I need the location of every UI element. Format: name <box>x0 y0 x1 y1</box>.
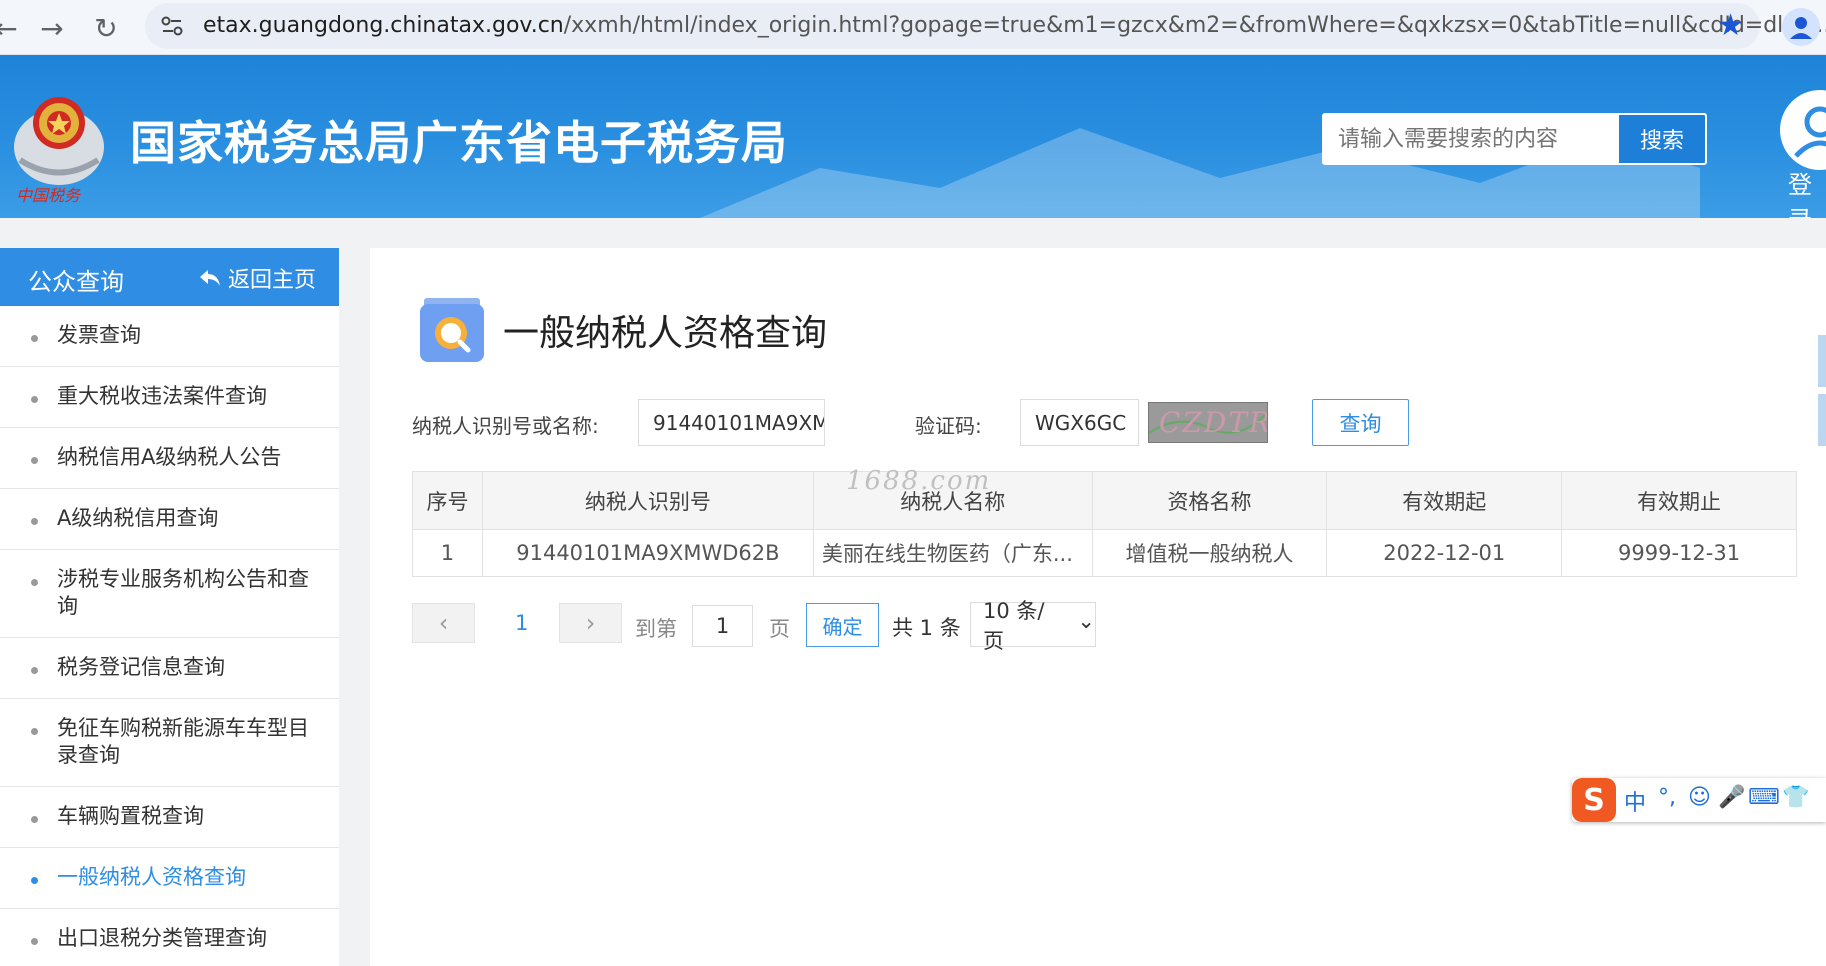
taxpayer-label: 纳税人识别号或名称: <box>412 414 599 438</box>
captcha-label: 验证码: <box>915 414 982 438</box>
page-unit-label: 页 <box>769 617 790 641</box>
goto-label: 到第 <box>635 617 677 641</box>
sidebar-item-invoice-query[interactable]: 发票查询 <box>0 306 339 367</box>
site-info-icon[interactable] <box>157 11 187 41</box>
goto-page-input[interactable]: 1 <box>692 605 753 647</box>
results-table: 序号 纳税人识别号 纳税人名称 资格名称 有效期起 有效期止 1 9144010… <box>412 471 1797 577</box>
page-size-select[interactable]: 10 条/页 ⌄ <box>970 599 1096 653</box>
cell-valid-from: 2022-12-01 <box>1326 529 1563 577</box>
sidebar: 公众查询 返回主页 发票查询 重大税收违法案件查询 纳税信用A级纳税人公告 A级… <box>0 248 339 966</box>
sidebar-item-tax-agency-query[interactable]: 涉税专业服务机构公告和查询 <box>0 550 339 638</box>
login-avatar-icon[interactable] <box>1780 90 1826 170</box>
url-path: /xxmh/html/index_origin.html?gopage=true… <box>563 13 1826 38</box>
page-title: 一般纳税人资格查询 <box>503 313 828 354</box>
chevron-down-icon: ⌄ <box>1077 608 1095 633</box>
forward-icon[interactable]: → <box>32 8 72 48</box>
sidebar-item-tax-violation-query[interactable]: 重大税收违法案件查询 <box>0 367 339 428</box>
taxpayer-id-input[interactable]: 91440101MA9XMWD62B <box>638 399 825 446</box>
bookmark-star-icon[interactable]: ★ <box>1717 8 1744 43</box>
cell-taxpayer-id: 91440101MA9XMWD62B <box>481 529 814 577</box>
watermark: 1688.com <box>846 466 992 496</box>
sidebar-item-a-credit-query[interactable]: A级纳税信用查询 <box>0 489 339 550</box>
page-size-value: 10 条/页 <box>983 598 1045 653</box>
sidebar-title: 公众查询 <box>28 268 124 296</box>
login-link[interactable]: 登录 <box>1788 165 1826 218</box>
cell-taxpayer-name: 美丽在线生物医药（广东... <box>812 529 1093 577</box>
sidebar-item-general-taxpayer-query[interactable]: 一般纳税人资格查询 <box>0 848 339 909</box>
captcha-image[interactable]: CZDTRJ <box>1148 402 1268 443</box>
back-arrow-icon <box>200 270 220 286</box>
search-button[interactable]: 搜索 <box>1617 113 1707 165</box>
sidebar-item-export-refund-query[interactable]: 出口退税分类管理查询 <box>0 909 339 966</box>
site-title: 国家税务总局广东省电子税务局 <box>130 116 788 170</box>
captcha-text: CZDTRJ <box>1159 406 1267 439</box>
scroll-tab-1[interactable] <box>1818 335 1826 387</box>
page-number-1[interactable]: 1 <box>515 611 528 635</box>
col-header-valid-from: 有效期起 <box>1326 471 1563 530</box>
col-header-taxpayer-id: 纳税人识别号 <box>481 471 814 530</box>
search-input[interactable] <box>1324 115 1617 163</box>
browser-toolbar: ← → ↻ etax.guangdong.chinatax.gov.cn/xxm… <box>0 0 1826 55</box>
sogou-logo-icon[interactable]: S <box>1572 778 1616 822</box>
ime-keyboard-icon[interactable]: ⌨ <box>1748 785 1780 810</box>
table-header-row: 序号 纳税人识别号 纳税人名称 资格名称 有效期起 有效期止 <box>412 471 1797 530</box>
url-text[interactable]: etax.guangdong.chinatax.gov.cn/xxmh/html… <box>203 13 1826 38</box>
ime-voice-icon[interactable]: 🎤 <box>1718 785 1745 810</box>
address-bar[interactable]: etax.guangdong.chinatax.gov.cn/xxmh/html… <box>145 3 1826 49</box>
scroll-tab-2[interactable] <box>1818 394 1826 446</box>
ime-skin-icon[interactable]: 👕 <box>1782 785 1809 810</box>
ime-punctuation-icon[interactable]: °, <box>1658 785 1676 810</box>
profile-avatar-icon[interactable] <box>1782 8 1820 46</box>
sidebar-menu: 发票查询 重大税收违法案件查询 纳税信用A级纳税人公告 A级纳税信用查询 涉税专… <box>0 306 339 966</box>
reload-icon[interactable]: ↻ <box>86 8 126 48</box>
sidebar-item-vehicle-tax-query[interactable]: 车辆购置税查询 <box>0 787 339 848</box>
sidebar-item-registration-query[interactable]: 税务登记信息查询 <box>0 638 339 699</box>
main-panel: 一般纳税人资格查询 纳税人识别号或名称: 91440101MA9XMWD62B … <box>370 248 1826 966</box>
url-host: etax.guangdong.chinatax.gov.cn <box>203 13 564 38</box>
ime-toolbar: S 中 °, ☺ 🎤 ⌨ 👕 <box>1572 778 1826 822</box>
table-row: 1 91440101MA9XMWD62B 美丽在线生物医药（广东... 增值税一… <box>412 529 1797 577</box>
next-page-button[interactable]: › <box>559 603 622 643</box>
col-header-valid-to: 有效期止 <box>1561 471 1797 530</box>
total-count: 共 1 条 <box>892 616 961 640</box>
header-search: 搜索 <box>1322 113 1707 165</box>
site-header: 中国税务 国家税务总局广东省电子税务局 搜索 登录 <box>0 55 1826 218</box>
back-home-link[interactable]: 返回主页 <box>198 262 316 294</box>
cell-valid-to: 9999-12-31 <box>1561 529 1797 577</box>
ime-emoji-icon[interactable]: ☺ <box>1688 785 1711 810</box>
query-button[interactable]: 查询 <box>1312 399 1409 446</box>
goto-confirm-button[interactable]: 确定 <box>806 603 879 647</box>
back-home-label: 返回主页 <box>228 268 317 293</box>
col-header-qualification: 资格名称 <box>1091 471 1328 530</box>
emblem-text: 中国税务 <box>16 186 82 205</box>
prev-page-button[interactable]: ‹ <box>412 603 475 643</box>
search-document-icon <box>420 298 484 362</box>
cell-qualification: 增值税一般纳税人 <box>1091 529 1328 577</box>
sidebar-item-a-credit-notice[interactable]: 纳税信用A级纳税人公告 <box>0 428 339 489</box>
ime-chinese-mode[interactable]: 中 <box>1624 785 1646 817</box>
col-header-index: 序号 <box>412 471 483 530</box>
sidebar-header: 公众查询 返回主页 <box>0 248 339 306</box>
back-icon[interactable]: ← <box>0 8 26 48</box>
captcha-input[interactable]: WGX6GC <box>1020 399 1139 446</box>
tax-emblem-icon: 中国税务 <box>14 97 104 205</box>
sidebar-item-ev-catalog-query[interactable]: 免征车购税新能源车车型目录查询 <box>0 699 339 787</box>
cell-index: 1 <box>412 529 483 577</box>
